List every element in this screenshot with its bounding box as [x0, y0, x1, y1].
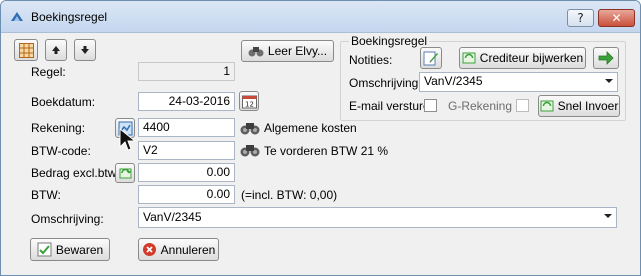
move-down-button[interactable] [74, 39, 96, 61]
crediteur-bijwerken-label: Crediteur bijwerken [479, 51, 584, 65]
help-button[interactable]: ? [567, 9, 594, 27]
btwcode-search-button[interactable] [239, 140, 261, 160]
move-up-button[interactable] [45, 39, 67, 61]
save-check-icon [37, 242, 52, 257]
title-bar: Boekingsregel ? ✕ [1, 1, 640, 33]
annuleren-button[interactable]: Annuleren [138, 238, 219, 261]
svg-text:12: 12 [245, 101, 254, 109]
arrow-right-icon [598, 51, 614, 65]
email-versturen-checkbox[interactable] [424, 99, 437, 112]
next-arrow-button[interactable] [593, 47, 619, 69]
snel-invoer-button[interactable]: Snel Invoer [538, 95, 620, 117]
boekdatum-field[interactable]: 24-03-2016 [138, 92, 235, 111]
regel-label: Regel: [31, 65, 66, 79]
group-omschrijving-combobox[interactable]: VanV/2345 [419, 72, 618, 92]
btwcode-field[interactable]: V2 [138, 141, 235, 160]
group-omschrijving-value: VanV/2345 [424, 74, 483, 88]
refresh-money-icon [119, 168, 132, 179]
rekening-search-button[interactable] [239, 118, 261, 138]
btw-label: BTW: [31, 188, 61, 202]
mouse-cursor-icon [119, 128, 137, 151]
learn-elvy-label: Leer Elvy... [267, 44, 328, 58]
binoculars-icon [248, 47, 264, 57]
calendar-button[interactable]: 12 [239, 91, 259, 111]
window-title: Boekingsregel [31, 10, 108, 24]
group-omschrijving-label: Omschrijving: [349, 76, 422, 90]
bedrag-field[interactable]: 0.00 [138, 163, 235, 182]
notities-button[interactable] [420, 47, 442, 69]
arrow-up-icon [52, 46, 60, 54]
rekening-field[interactable]: 4400 [138, 118, 235, 137]
chevron-down-icon[interactable] [605, 79, 613, 83]
chevron-down-icon[interactable] [604, 214, 612, 218]
btwcode-name: Te vorderen BTW 21 % [264, 144, 389, 158]
grekening-checkbox[interactable] [516, 99, 529, 112]
btwcode-label: BTW-code: [31, 144, 91, 158]
bedrag-label: Bedrag excl.btw: [31, 166, 120, 180]
bewaren-button[interactable]: Bewaren [30, 238, 110, 261]
crediteur-bijwerken-button[interactable]: Crediteur bijwerken [459, 47, 586, 69]
calendar-icon: 12 [242, 95, 257, 109]
btw-incl-text: (=incl. BTW: 0,00) [241, 188, 338, 202]
binoculars-icon [240, 145, 260, 157]
binoculars-icon [240, 123, 260, 135]
cancel-icon [142, 243, 156, 256]
omschrijving-label: Omschrijving: [31, 212, 104, 226]
refresh-icon [462, 52, 476, 64]
bewaren-label: Bewaren [55, 242, 104, 257]
rekening-label: Rekening: [31, 121, 86, 135]
grid-icon [19, 43, 34, 58]
btw-field[interactable]: 0.00 [138, 185, 235, 204]
snel-invoer-label: Snel Invoer [557, 99, 619, 113]
regel-field: 1 [138, 62, 235, 81]
rekening-name: Algemene kosten [264, 121, 357, 135]
notities-label: Notities: [349, 53, 393, 67]
close-button[interactable]: ✕ [598, 9, 635, 27]
refresh-icon [540, 100, 554, 112]
bedrag-calc-button[interactable] [115, 163, 135, 183]
omschrijving-combobox[interactable]: VanV/2345 [138, 207, 617, 228]
grid-button[interactable] [14, 39, 38, 61]
omschrijving-value: VanV/2345 [143, 210, 202, 224]
dialog-window: Boekingsregel ? ✕ Leer Elvy... Regel: 1 … [0, 0, 641, 276]
groupbox-title: Boekingsregel [349, 34, 430, 48]
notepad-pencil-icon [423, 51, 438, 66]
arrow-down-icon [81, 46, 89, 54]
app-logo-icon [11, 12, 23, 21]
annuleren-label: Annuleren [160, 242, 216, 257]
learn-elvy-button[interactable]: Leer Elvy... [241, 40, 334, 62]
grekening-label: G-Rekening [448, 99, 513, 113]
boekdatum-label: Boekdatum: [31, 95, 96, 109]
